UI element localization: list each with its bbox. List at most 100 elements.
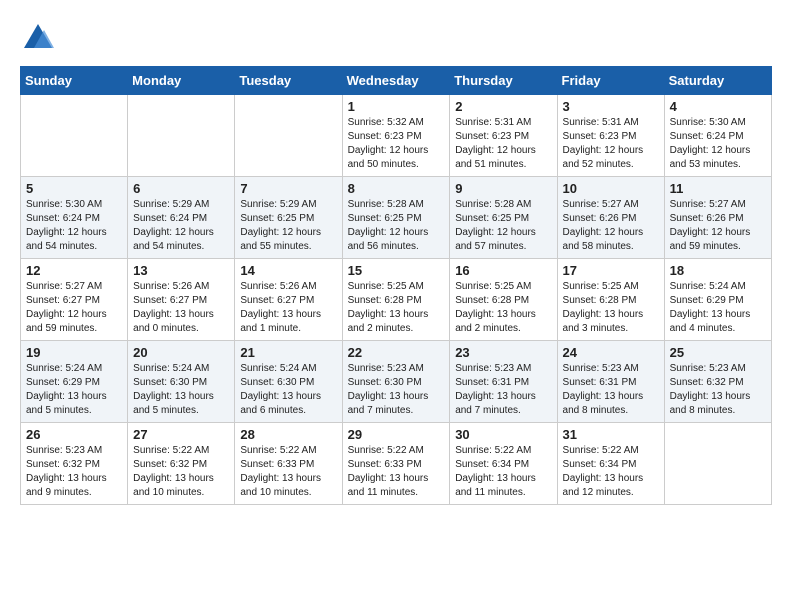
day-number: 15 — [348, 263, 445, 278]
day-info: Sunrise: 5:22 AM Sunset: 6:33 PM Dayligh… — [348, 444, 445, 500]
day-number: 9 — [455, 181, 551, 196]
day-number: 19 — [26, 345, 122, 360]
calendar-cell: 22 Sunrise: 5:23 AM Sunset: 6:30 PM Dayli… — [342, 341, 450, 423]
day-info: Sunrise: 5:22 AM Sunset: 6:33 PM Dayligh… — [240, 444, 336, 500]
calendar-cell: 24 Sunrise: 5:23 AM Sunset: 6:31 PM Dayli… — [557, 341, 664, 423]
week-row-1: 1Sunrise: 5:32 AM Sunset: 6:23 PM Daylig… — [21, 95, 772, 177]
day-number: 17 — [563, 263, 659, 278]
calendar-cell: 26 Sunrise: 5:23 AM Sunset: 6:32 PM Dayli… — [21, 423, 128, 505]
weekday-header-tuesday: Tuesday — [235, 67, 342, 95]
calendar-cell: 10 Sunrise: 5:27 AM Sunset: 6:26 PM Dayli… — [557, 177, 664, 259]
day-info: Sunrise: 5:29 AM Sunset: 6:24 PM Dayligh… — [133, 198, 229, 254]
calendar-cell — [235, 95, 342, 177]
calendar-cell: 12Sunrise: 5:27 AM Sunset: 6:27 PM Dayli… — [21, 259, 128, 341]
calendar-cell: 31Sunrise: 5:22 AM Sunset: 6:34 PM Dayli… — [557, 423, 664, 505]
day-number: 11 — [670, 181, 766, 196]
day-info: Sunrise: 5:23 AM Sunset: 6:30 PM Dayligh… — [348, 362, 445, 418]
day-info: Sunrise: 5:23 AM Sunset: 6:31 PM Dayligh… — [455, 362, 551, 418]
calendar-cell: 23 Sunrise: 5:23 AM Sunset: 6:31 PM Dayli… — [450, 341, 557, 423]
day-number: 7 — [240, 181, 336, 196]
day-number: 30 — [455, 427, 551, 442]
day-number: 26 — [26, 427, 122, 442]
calendar-cell: 16 Sunrise: 5:25 AM Sunset: 6:28 PM Dayli… — [450, 259, 557, 341]
week-row-2: 5Sunrise: 5:30 AM Sunset: 6:24 PM Daylig… — [21, 177, 772, 259]
day-info: Sunrise: 5:22 AM Sunset: 6:34 PM Dayligh… — [455, 444, 551, 500]
calendar-cell: 14 Sunrise: 5:26 AM Sunset: 6:27 PM Dayli… — [235, 259, 342, 341]
day-number: 16 — [455, 263, 551, 278]
weekday-header-sunday: Sunday — [21, 67, 128, 95]
day-number: 29 — [348, 427, 445, 442]
day-number: 8 — [348, 181, 445, 196]
day-number: 4 — [670, 99, 766, 114]
day-info: Sunrise: 5:25 AM Sunset: 6:28 PM Dayligh… — [563, 280, 659, 336]
calendar-cell — [128, 95, 235, 177]
weekday-header-friday: Friday — [557, 67, 664, 95]
day-info: Sunrise: 5:25 AM Sunset: 6:28 PM Dayligh… — [455, 280, 551, 336]
day-number: 31 — [563, 427, 659, 442]
day-info: Sunrise: 5:29 AM Sunset: 6:25 PM Dayligh… — [240, 198, 336, 254]
calendar-cell — [664, 423, 771, 505]
calendar-cell: 8 Sunrise: 5:28 AM Sunset: 6:25 PM Daylig… — [342, 177, 450, 259]
calendar-cell: 5Sunrise: 5:30 AM Sunset: 6:24 PM Daylig… — [21, 177, 128, 259]
calendar-cell — [21, 95, 128, 177]
calendar-cell: 29 Sunrise: 5:22 AM Sunset: 6:33 PM Dayli… — [342, 423, 450, 505]
logo-icon — [20, 20, 56, 56]
day-info: Sunrise: 5:23 AM Sunset: 6:32 PM Dayligh… — [26, 444, 122, 500]
calendar-cell: 4 Sunrise: 5:30 AM Sunset: 6:24 PM Daylig… — [664, 95, 771, 177]
calendar-cell: 20 Sunrise: 5:24 AM Sunset: 6:30 PM Dayli… — [128, 341, 235, 423]
day-number: 14 — [240, 263, 336, 278]
calendar-cell: 19 Sunrise: 5:24 AM Sunset: 6:29 PM Dayli… — [21, 341, 128, 423]
day-info: Sunrise: 5:27 AM Sunset: 6:26 PM Dayligh… — [670, 198, 766, 254]
day-number: 12 — [26, 263, 122, 278]
day-info: Sunrise: 5:26 AM Sunset: 6:27 PM Dayligh… — [133, 280, 229, 336]
calendar-cell: 27 Sunrise: 5:22 AM Sunset: 6:32 PM Dayli… — [128, 423, 235, 505]
day-info: Sunrise: 5:24 AM Sunset: 6:29 PM Dayligh… — [26, 362, 122, 418]
day-info: Sunrise: 5:26 AM Sunset: 6:27 PM Dayligh… — [240, 280, 336, 336]
weekday-header-monday: Monday — [128, 67, 235, 95]
day-number: 3 — [563, 99, 659, 114]
day-number: 23 — [455, 345, 551, 360]
day-info: Sunrise: 5:28 AM Sunset: 6:25 PM Dayligh… — [348, 198, 445, 254]
calendar-cell: 9Sunrise: 5:28 AM Sunset: 6:25 PM Daylig… — [450, 177, 557, 259]
day-number: 28 — [240, 427, 336, 442]
day-number: 18 — [670, 263, 766, 278]
day-info: Sunrise: 5:23 AM Sunset: 6:31 PM Dayligh… — [563, 362, 659, 418]
day-info: Sunrise: 5:24 AM Sunset: 6:30 PM Dayligh… — [240, 362, 336, 418]
day-number: 20 — [133, 345, 229, 360]
day-number: 6 — [133, 181, 229, 196]
calendar-cell: 18 Sunrise: 5:24 AM Sunset: 6:29 PM Dayli… — [664, 259, 771, 341]
day-number: 21 — [240, 345, 336, 360]
day-info: Sunrise: 5:27 AM Sunset: 6:26 PM Dayligh… — [563, 198, 659, 254]
day-info: Sunrise: 5:30 AM Sunset: 6:24 PM Dayligh… — [670, 116, 766, 172]
day-number: 22 — [348, 345, 445, 360]
calendar-cell: 1Sunrise: 5:32 AM Sunset: 6:23 PM Daylig… — [342, 95, 450, 177]
day-number: 10 — [563, 181, 659, 196]
calendar-cell: 7 Sunrise: 5:29 AM Sunset: 6:25 PM Daylig… — [235, 177, 342, 259]
calendar-cell: 21 Sunrise: 5:24 AM Sunset: 6:30 PM Dayli… — [235, 341, 342, 423]
day-number: 1 — [348, 99, 445, 114]
weekday-header-saturday: Saturday — [664, 67, 771, 95]
calendar-cell: 11 Sunrise: 5:27 AM Sunset: 6:26 PM Dayli… — [664, 177, 771, 259]
day-info: Sunrise: 5:22 AM Sunset: 6:32 PM Dayligh… — [133, 444, 229, 500]
calendar-cell: 30 Sunrise: 5:22 AM Sunset: 6:34 PM Dayli… — [450, 423, 557, 505]
week-row-4: 19 Sunrise: 5:24 AM Sunset: 6:29 PM Dayli… — [21, 341, 772, 423]
day-info: Sunrise: 5:24 AM Sunset: 6:30 PM Dayligh… — [133, 362, 229, 418]
day-info: Sunrise: 5:31 AM Sunset: 6:23 PM Dayligh… — [455, 116, 551, 172]
weekday-header-wednesday: Wednesday — [342, 67, 450, 95]
calendar-cell: 15 Sunrise: 5:25 AM Sunset: 6:28 PM Dayli… — [342, 259, 450, 341]
day-number: 27 — [133, 427, 229, 442]
day-number: 2 — [455, 99, 551, 114]
weekday-header-row: SundayMondayTuesdayWednesdayThursdayFrid… — [21, 67, 772, 95]
day-number: 13 — [133, 263, 229, 278]
day-info: Sunrise: 5:24 AM Sunset: 6:29 PM Dayligh… — [670, 280, 766, 336]
day-number: 24 — [563, 345, 659, 360]
calendar-cell: 17 Sunrise: 5:25 AM Sunset: 6:28 PM Dayli… — [557, 259, 664, 341]
day-info: Sunrise: 5:23 AM Sunset: 6:32 PM Dayligh… — [670, 362, 766, 418]
calendar-table: SundayMondayTuesdayWednesdayThursdayFrid… — [20, 66, 772, 505]
day-info: Sunrise: 5:25 AM Sunset: 6:28 PM Dayligh… — [348, 280, 445, 336]
calendar-cell: 25Sunrise: 5:23 AM Sunset: 6:32 PM Dayli… — [664, 341, 771, 423]
calendar-cell: 3Sunrise: 5:31 AM Sunset: 6:23 PM Daylig… — [557, 95, 664, 177]
week-row-5: 26 Sunrise: 5:23 AM Sunset: 6:32 PM Dayli… — [21, 423, 772, 505]
calendar-cell: 2 Sunrise: 5:31 AM Sunset: 6:23 PM Daylig… — [450, 95, 557, 177]
day-number: 5 — [26, 181, 122, 196]
